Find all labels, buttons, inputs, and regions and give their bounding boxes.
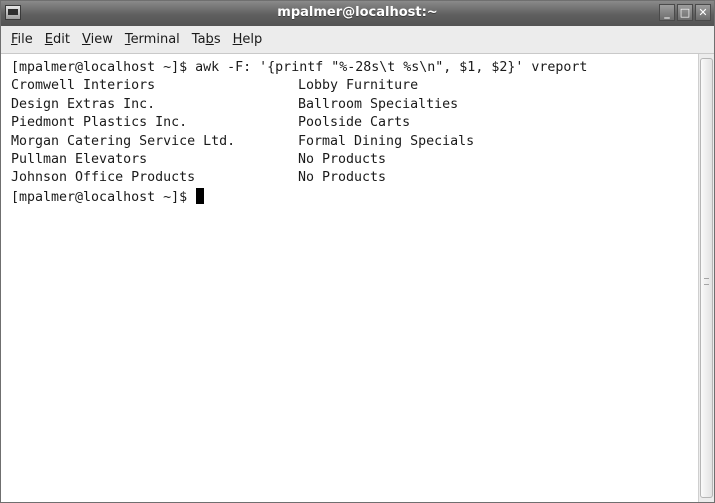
window-title: mpalmer@localhost:~ [277,5,438,20]
vendor-name: Piedmont Plastics Inc. [11,115,188,131]
vendor-product: Poolside Carts [298,115,411,131]
vendor-product: No Products [298,170,387,186]
output-row: Design Extras Inc. Ballroom Specialties [11,96,698,114]
vendor-name: Cromwell Interiors [11,78,156,94]
terminal-output[interactable]: [mpalmer@localhost ~]$ awk -F: '{printf … [1,54,698,502]
vendor-product: Ballroom Specialties [298,96,459,112]
maximize-button[interactable]: □ [677,4,693,21]
output-row: Morgan Catering Service Ltd. Formal Dinin… [11,133,698,151]
vendor-product: No Products [298,151,387,167]
menu-terminal[interactable]: Terminal [119,30,186,49]
terminal-window: mpalmer@localhost:~ _ □ ✕ File Edit View… [0,0,715,503]
scrollbar-grip-icon [704,278,709,285]
menu-edit[interactable]: Edit [39,30,76,49]
output-row: Johnson Office Products No Products [11,169,698,187]
vertical-scrollbar[interactable] [698,54,714,502]
output-row: Cromwell Interiors Lobby Furniture [11,77,698,95]
menu-file[interactable]: File [5,30,39,49]
scrollbar-thumb[interactable] [700,58,713,498]
command-line: [mpalmer@localhost ~]$ awk -F: '{printf … [11,60,588,75]
prompt-line[interactable]: [mpalmer@localhost ~]$ [11,187,698,206]
vendor-name: Morgan Catering Service Ltd. [11,133,236,149]
vendor-name: Pullman Elevators [11,151,148,167]
menu-bar: File Edit View Terminal Tabs Help [1,26,714,54]
menu-tabs[interactable]: Tabs [186,30,227,49]
vendor-product: Formal Dining Specials [298,133,475,149]
vendor-name: Johnson Office Products [11,170,196,186]
title-bar[interactable]: mpalmer@localhost:~ _ □ ✕ [1,1,714,26]
vendor-name: Design Extras Inc. [11,96,156,112]
shell-prompt: [mpalmer@localhost ~]$ [11,189,196,205]
vendor-product: Lobby Furniture [298,78,419,94]
output-row: Piedmont Plastics Inc. Poolside Carts [11,114,698,132]
menu-view[interactable]: View [76,30,119,49]
text-cursor [196,187,205,204]
minimize-button[interactable]: _ [659,4,675,21]
close-button[interactable]: ✕ [695,4,711,21]
output-row: Pullman Elevators No Products [11,151,698,169]
menu-help[interactable]: Help [227,30,269,49]
window-controls: _ □ ✕ [659,4,711,21]
